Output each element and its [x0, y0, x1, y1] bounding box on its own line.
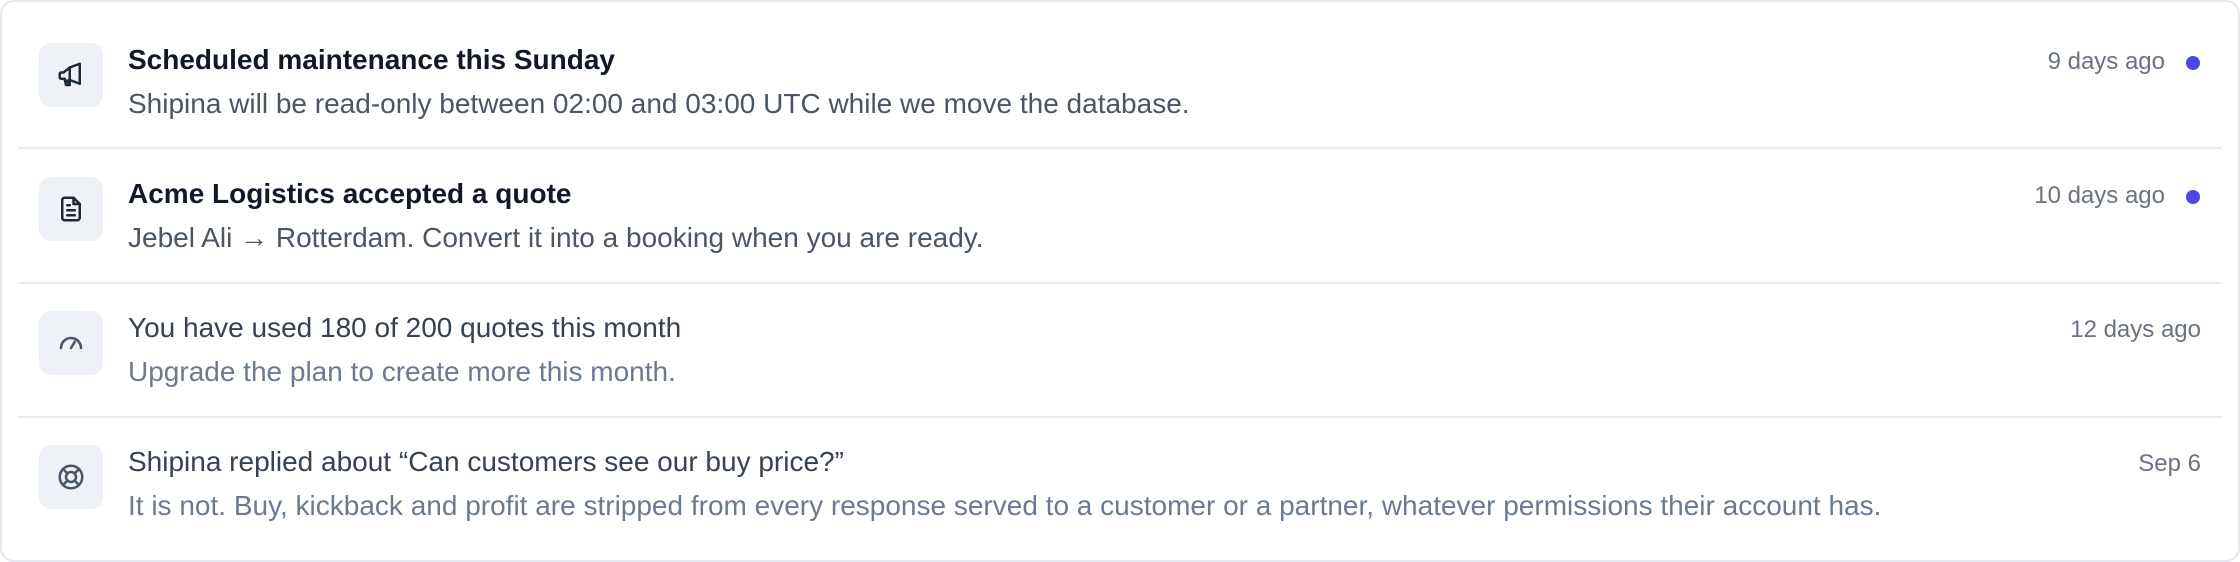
unread-indicator	[2186, 56, 2200, 70]
gauge-icon	[39, 311, 103, 375]
lifebuoy-icon	[39, 445, 103, 509]
document-icon	[39, 177, 103, 241]
notification-timestamp: Sep 6	[2138, 450, 2201, 477]
notification-title: Acme Logistics accepted a quote	[128, 178, 572, 209]
notifications-panel: Scheduled maintenance this Sunday Shipin…	[0, 0, 2240, 562]
notification-item[interactable]: You have used 180 of 200 quotes this mon…	[2, 270, 2238, 404]
notification-description: Upgrade the plan to create more this mon…	[128, 356, 676, 387]
notification-description: Jebel Ali → Rotterdam. Convert it into a…	[128, 222, 984, 253]
notification-timestamp: 12 days ago	[2070, 316, 2201, 343]
megaphone-icon	[39, 43, 103, 107]
unread-indicator	[2186, 190, 2200, 204]
notification-title: Shipina replied about “Can customers see…	[128, 446, 844, 477]
notification-title: Scheduled maintenance this Sunday	[128, 44, 616, 75]
notification-item[interactable]: Acme Logistics accepted a quote Jebel Al…	[2, 136, 2238, 270]
notification-description: Shipina will be read-only between 02:00 …	[128, 88, 1190, 119]
notification-description: It is not. Buy, kickback and profit are …	[128, 490, 1882, 521]
notification-timestamp: 10 days ago	[2034, 182, 2165, 209]
notification-item[interactable]: Shipina replied about “Can customers see…	[2, 404, 2238, 538]
notification-timestamp: 9 days ago	[2047, 48, 2165, 75]
notification-item[interactable]: Scheduled maintenance this Sunday Shipin…	[2, 2, 2238, 136]
notification-title: You have used 180 of 200 quotes this mon…	[128, 312, 682, 343]
